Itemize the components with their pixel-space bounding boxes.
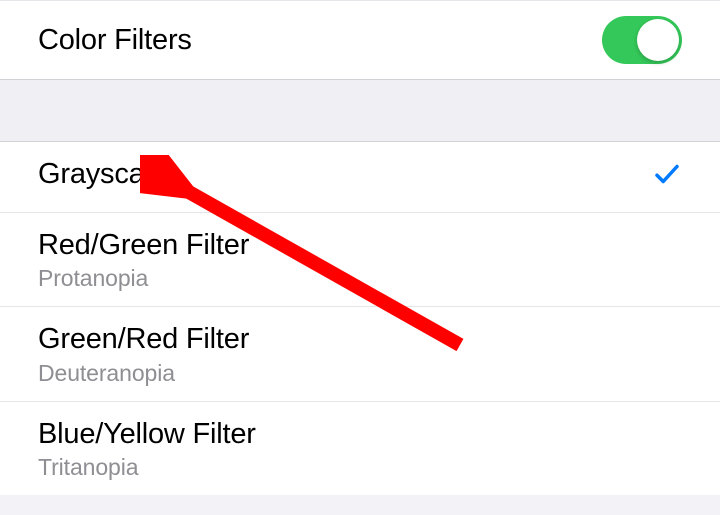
toggle-knob (637, 19, 679, 61)
filter-option-green-red[interactable]: Green/Red Filter Deuteranopia (0, 307, 720, 401)
filter-title: Blue/Yellow Filter (38, 416, 256, 452)
filter-subtitle: Protanopia (38, 265, 249, 292)
filter-subtitle: Tritanopia (38, 454, 256, 481)
filter-title: Red/Green Filter (38, 227, 249, 263)
filter-option-blue-yellow[interactable]: Blue/Yellow Filter Tritanopia (0, 402, 720, 495)
color-filters-label: Color Filters (38, 24, 192, 57)
filter-list: Grayscale Red/Green Filter Protanopia Gr… (0, 142, 720, 495)
color-filters-toggle[interactable] (602, 16, 682, 64)
checkmark-icon (652, 156, 682, 198)
filter-title: Green/Red Filter (38, 321, 249, 357)
filter-option-red-green[interactable]: Red/Green Filter Protanopia (0, 213, 720, 307)
filter-subtitle: Deuteranopia (38, 360, 249, 387)
section-gap (0, 80, 720, 142)
color-filters-row[interactable]: Color Filters (0, 0, 720, 80)
filter-option-grayscale[interactable]: Grayscale (0, 142, 720, 213)
filter-title: Grayscale (38, 156, 167, 192)
